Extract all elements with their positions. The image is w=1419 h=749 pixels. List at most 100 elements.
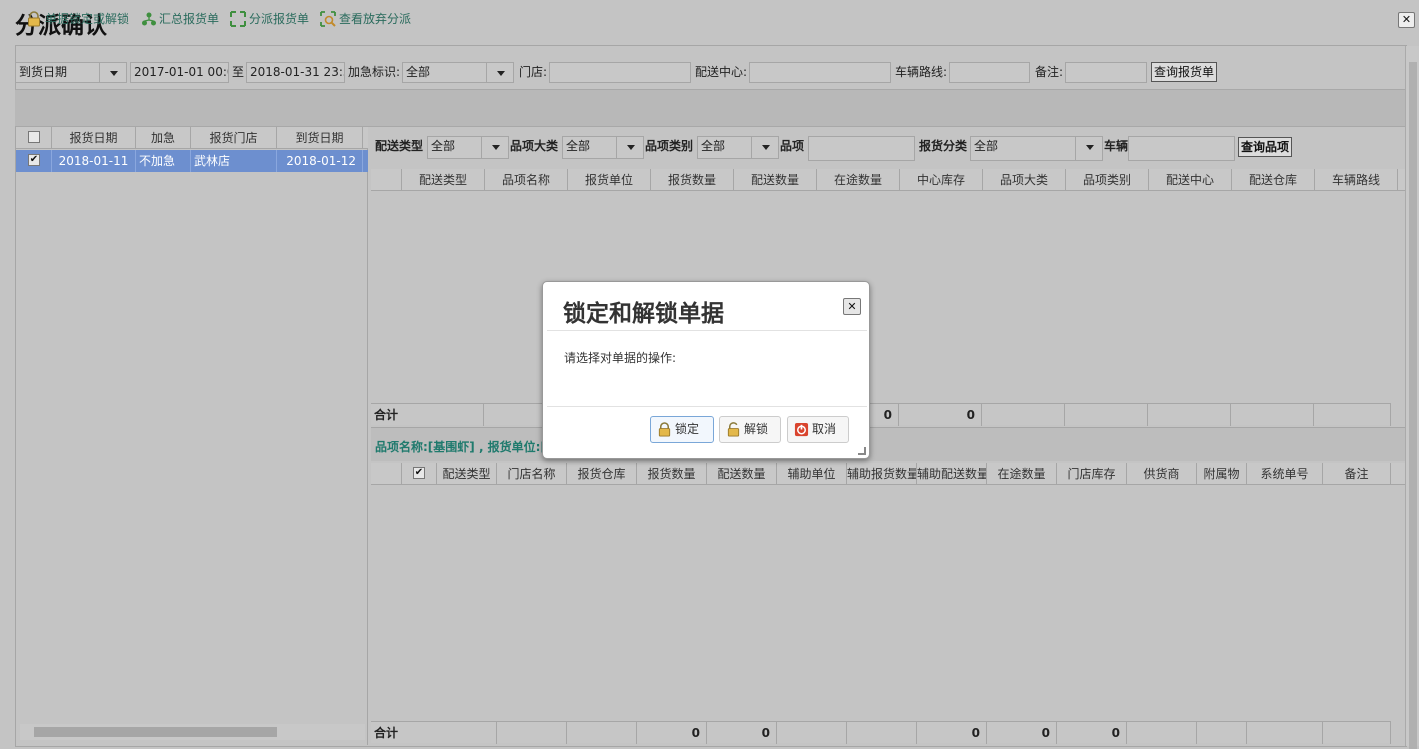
select-all-cell — [16, 127, 52, 149]
summary-button[interactable]: 汇总报货单 — [141, 10, 219, 28]
col-transit-qty[interactable]: 在途数量 — [817, 169, 900, 191]
dispatch-button[interactable]: 分派报货单 — [230, 10, 309, 28]
col-transit-qty[interactable]: 在途数量 — [987, 463, 1057, 485]
close-icon[interactable]: ✕ — [1398, 12, 1415, 28]
footer-cell — [982, 404, 1065, 426]
select-all-checkbox[interactable] — [28, 131, 40, 143]
col-dc[interactable]: 配送中心 — [1149, 169, 1232, 191]
col-store-name[interactable]: 门店名称 — [497, 463, 567, 485]
toolbar — [15, 89, 1407, 127]
resize-handle[interactable] — [858, 447, 866, 455]
footer-stock-total: 0 — [899, 404, 982, 426]
lower-corner-cell — [371, 463, 402, 485]
report-class-select[interactable]: 全部 — [970, 136, 1077, 161]
footer-cell — [1065, 404, 1148, 426]
col-store-stock[interactable]: 门店库存 — [1057, 463, 1127, 485]
col-arrival-date[interactable]: 到货日期 — [277, 127, 363, 149]
urgent-select[interactable]: 全部 — [402, 62, 488, 83]
col-system-no[interactable]: 系统单号 — [1247, 463, 1323, 485]
chevron-down-icon[interactable] — [1075, 136, 1103, 161]
scroll-thumb[interactable] — [1409, 62, 1417, 749]
scroll-thumb[interactable] — [34, 727, 277, 737]
lower-grid-footer: 合计 0 0 0 0 0 — [371, 721, 1391, 744]
col-warehouse[interactable]: 配送仓库 — [1232, 169, 1315, 191]
col-route[interactable]: 车辆路线 — [1315, 169, 1398, 191]
footer-total-label: 合计 — [371, 404, 484, 426]
footer-cell — [847, 722, 917, 744]
query-report-button[interactable]: 查询报货单 — [1151, 62, 1218, 82]
cancel-button[interactable]: 取消 — [787, 416, 849, 443]
date-type-select[interactable]: 到货日期 — [15, 62, 100, 83]
left-hscrollbar[interactable] — [20, 724, 365, 740]
page-vscrollbar[interactable] — [1405, 46, 1419, 749]
chevron-down-icon[interactable] — [616, 136, 644, 159]
col-report-date[interactable]: 报货日期 — [52, 127, 136, 149]
chevron-down-icon[interactable] — [481, 136, 509, 159]
col-item-name[interactable]: 品项名称 — [485, 169, 568, 191]
col-delivery-qty[interactable]: 配送数量 — [707, 463, 777, 485]
route-input[interactable] — [949, 62, 1030, 83]
store-input[interactable] — [549, 62, 691, 83]
start-date-input[interactable]: 2017-01-01 00:00 — [130, 62, 229, 83]
footer-total-label: 合计 — [371, 722, 497, 744]
col-item-category[interactable]: 品项大类 — [983, 169, 1066, 191]
col-delivery-type[interactable]: 配送类型 — [402, 169, 485, 191]
col-aux-unit[interactable]: 辅助单位 — [777, 463, 847, 485]
col-item-class[interactable]: 品项类别 — [1066, 169, 1149, 191]
col-note[interactable]: 备注 — [1323, 463, 1391, 485]
col-center-stock[interactable]: 中心库存 — [900, 169, 983, 191]
unlock-button[interactable]: 解锁 — [719, 416, 781, 443]
col-delivery-type[interactable]: 配送类型 — [437, 463, 497, 485]
col-store[interactable]: 报货门店 — [191, 127, 277, 149]
lock-dialog: 锁定和解锁单据 ✕ 请选择对单据的操作: 锁定 解锁 取消 — [542, 281, 870, 459]
col-report-unit[interactable]: 报货单位 — [568, 169, 651, 191]
category-select[interactable]: 全部 — [562, 136, 618, 159]
unlock-button-label: 解锁 — [744, 422, 769, 436]
lower-select-all-checkbox[interactable]: ✔ — [413, 467, 425, 479]
col-aux-delivery-qty[interactable]: 辅助配送数量 — [917, 463, 987, 485]
chevron-down-icon[interactable] — [751, 136, 779, 159]
dialog-divider — [547, 330, 867, 331]
date-range-separator: 至 — [232, 65, 245, 79]
lock-unlock-button[interactable]: 单据锁定或解锁 — [26, 10, 129, 28]
dialog-title: 锁定和解锁单据 — [563, 301, 724, 327]
lock-icon — [658, 422, 671, 437]
footer-cell — [1148, 404, 1231, 426]
class-select[interactable]: 全部 — [697, 136, 753, 159]
upper-corner-cell — [371, 169, 402, 191]
unlock-icon — [727, 422, 740, 437]
footer-cell — [497, 722, 567, 744]
close-icon[interactable]: ✕ — [843, 298, 861, 315]
chevron-down-icon[interactable] — [99, 62, 127, 83]
row-checkbox[interactable]: ✔ — [28, 154, 40, 166]
col-report-qty[interactable]: 报货数量 — [637, 463, 707, 485]
power-icon — [794, 422, 809, 437]
lock-button[interactable]: 锁定 — [650, 416, 714, 443]
item-input[interactable] — [808, 136, 915, 161]
chevron-down-icon[interactable] — [486, 62, 514, 83]
col-report-qty[interactable]: 报货数量 — [651, 169, 734, 191]
table-row[interactable]: ✔ 2018-01-11 不加急 武林店 2018-01-12 — [16, 150, 368, 172]
search-icon — [320, 11, 336, 27]
note-input[interactable] — [1065, 62, 1147, 83]
col-urgent[interactable]: 加急 — [136, 127, 191, 149]
col-attachment[interactable]: 附属物 — [1197, 463, 1247, 485]
dc-input[interactable] — [749, 62, 891, 83]
store-label: 门店: — [519, 65, 548, 79]
col-report-warehouse[interactable]: 报货仓库 — [567, 463, 637, 485]
view-abandon-button[interactable]: 查看放弃分派 — [320, 10, 411, 28]
urgent-label: 加急标识: — [348, 65, 401, 79]
footer-cell — [1314, 404, 1391, 426]
end-date-input[interactable]: 2018-01-31 23:59 — [246, 62, 345, 83]
col-aux-report-qty[interactable]: 辅助报货数量 — [847, 463, 917, 485]
query-item-button[interactable]: 查询品项 — [1238, 137, 1293, 157]
delivery-type-select[interactable]: 全部 — [427, 136, 483, 159]
category-label: 品项大类 — [510, 139, 559, 153]
col-supplier[interactable]: 供货商 — [1127, 463, 1197, 485]
col-delivery-qty[interactable]: 配送数量 — [734, 169, 817, 191]
hierarchy-icon — [142, 12, 156, 26]
lock-icon — [28, 11, 40, 27]
footer-cell — [777, 722, 847, 744]
dialog-divider — [547, 406, 867, 407]
vehicle-input[interactable] — [1128, 136, 1235, 161]
